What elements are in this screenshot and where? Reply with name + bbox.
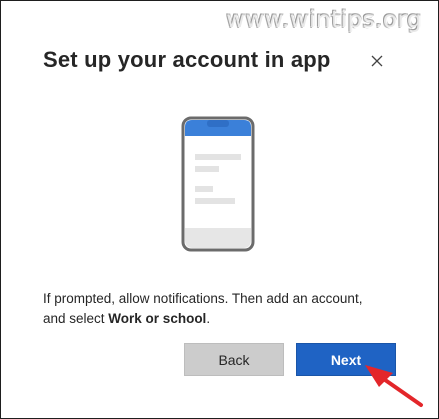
instruction-suffix: . [206,311,211,326]
back-button[interactable]: Back [184,343,284,376]
close-icon[interactable] [369,53,385,69]
instruction-emphasis: Work or school [108,311,207,326]
phone-illustration-icon [181,116,255,257]
watermark: www.wintips.org [226,7,422,33]
dialog-title: Set up your account in app [43,47,331,72]
dialog-window: www.wintips.org Set up your account in a… [0,0,439,419]
next-button[interactable]: Next [296,343,396,376]
instruction-text: If prompted, allow notifications. Then a… [43,289,383,329]
